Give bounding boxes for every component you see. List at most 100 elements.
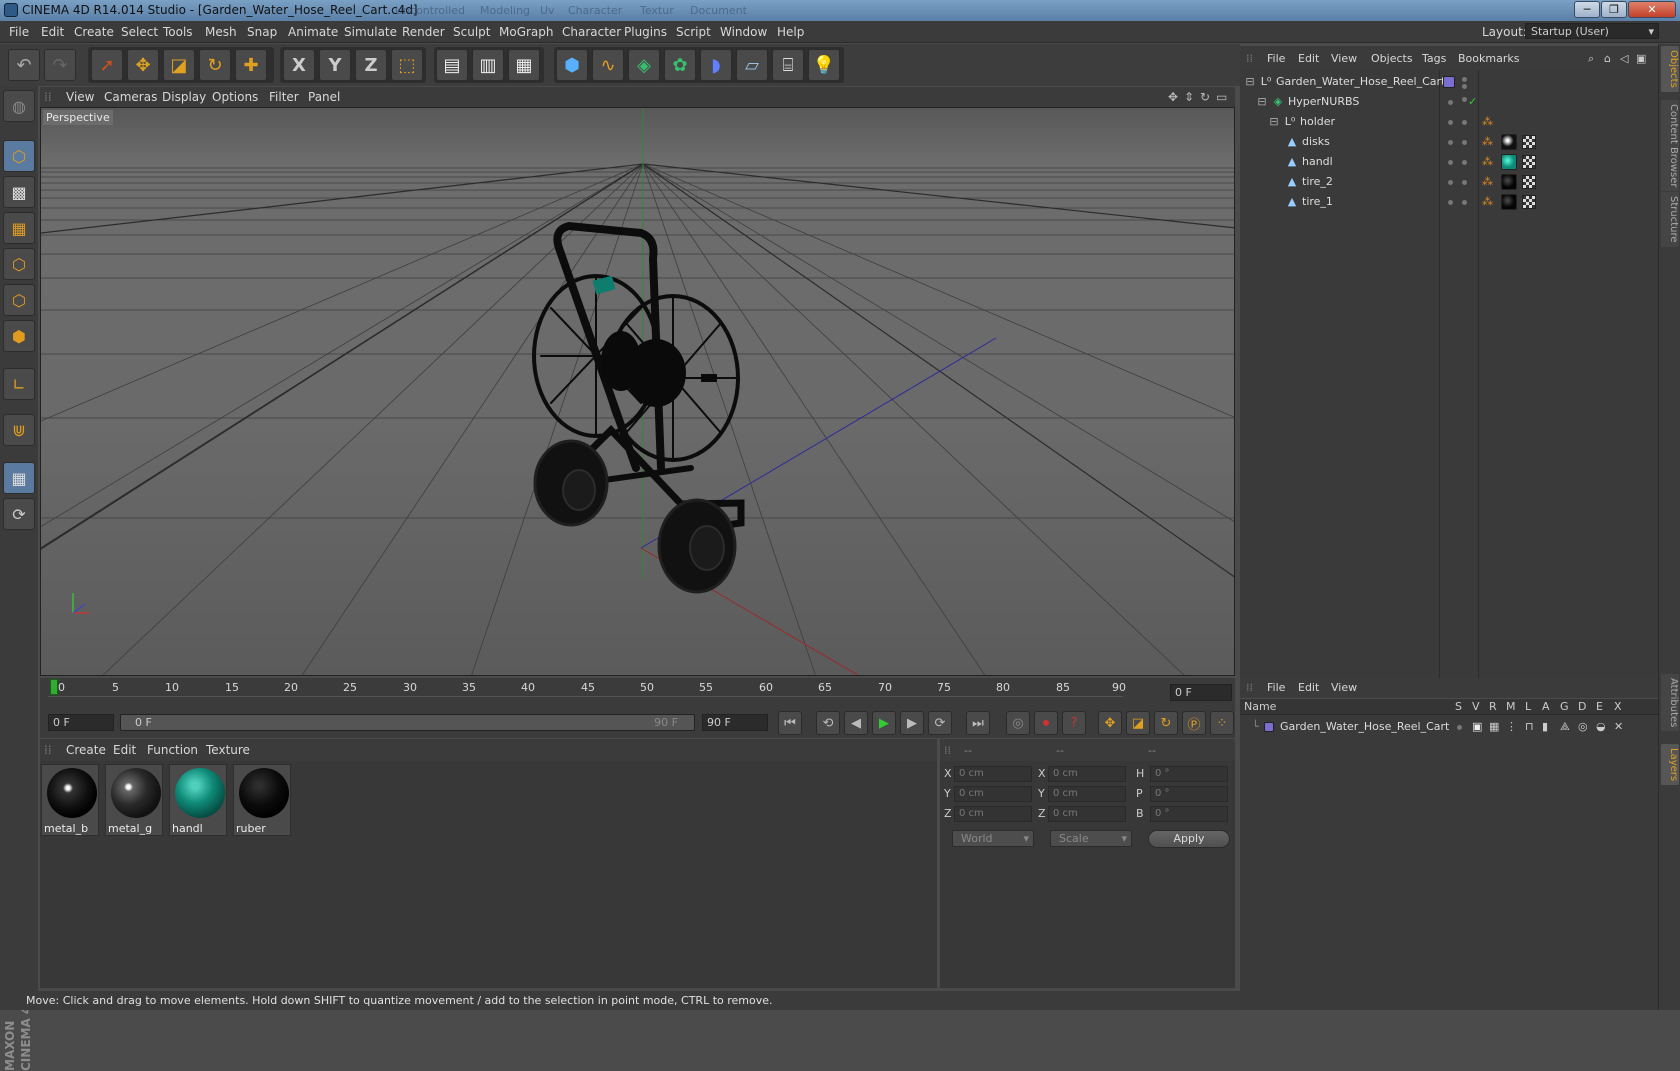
key-point-level-icon[interactable]: ⁘ [1210,711,1234,735]
menu-character[interactable]: Character [562,25,621,39]
column-xrefs[interactable]: X [1614,700,1622,713]
material-tag-icon[interactable] [1501,154,1517,170]
frame-range-slider[interactable]: 0 F 90 F [120,714,695,731]
layout-dropdown[interactable]: Startup (User) ▾ [1525,23,1659,39]
column-deformers[interactable]: D [1578,700,1586,713]
redo-icon[interactable]: ↷ [44,49,76,81]
size-z-field[interactable]: 0 cm [1048,806,1126,822]
viewport-menu-options[interactable]: Options [212,90,258,104]
menu-mograph[interactable]: MoGraph [499,25,554,39]
menu-window[interactable]: Window [720,25,767,39]
tab-layers[interactable]: Layers [1661,744,1679,786]
layer-color-icon[interactable] [1264,722,1274,732]
material-menu-create[interactable]: Create [66,743,106,757]
menu-snap[interactable]: Snap [247,25,277,39]
edges-mode-icon[interactable]: ⬡ [3,284,35,316]
edit-render-settings-icon[interactable]: ▦ [508,49,540,81]
column-manager[interactable]: M [1506,700,1516,713]
material-tag-icon[interactable] [1501,194,1517,210]
editor-visibility-dot[interactable] [1462,77,1467,82]
rotation-p-field[interactable]: 0 ° [1150,786,1228,802]
editor-visibility-dot[interactable] [1448,160,1453,165]
uvw-tag-icon[interactable] [1522,155,1536,169]
go-to-start-icon[interactable]: ⏮ [778,711,802,735]
cube-icon[interactable]: ⬢ [556,49,588,81]
layer-menu-view[interactable]: View [1331,681,1357,694]
column-name[interactable]: Name [1244,700,1276,713]
render-view-icon[interactable]: ▤ [436,49,468,81]
layer-row[interactable]: └ Garden_Water_Hose_Reel_Cart ▣ ▦ ⋮ ⊓ ▮ … [1240,717,1658,737]
rotation-b-field[interactable]: 0 ° [1150,806,1228,822]
position-y-field[interactable]: 0 cm [954,786,1032,802]
render-toggle-icon[interactable]: ▦ [1489,717,1499,737]
render-visibility-dot[interactable] [1462,200,1467,205]
search-icon[interactable]: ⌕ [1588,52,1594,66]
move-icon[interactable]: ✥ [127,49,159,81]
phong-tag-icon[interactable]: ⁂ [1482,132,1493,152]
object-menu-edit[interactable]: Edit [1298,52,1319,65]
workplane-icon[interactable]: ▦ [3,212,35,244]
object-menu-objects[interactable]: Objects [1371,52,1413,65]
menu-animate[interactable]: Animate [288,25,338,39]
model-mode-icon[interactable]: ⬡ [3,140,35,172]
material-menu-edit[interactable]: Edit [113,743,136,757]
rotation-h-field[interactable]: 0 ° [1150,766,1228,782]
y-axis-icon[interactable]: Y [319,49,351,81]
render-visibility-dot[interactable] [1462,140,1467,145]
menu-tools[interactable]: Tools [163,25,193,39]
undo-icon[interactable]: ↶ [8,49,40,81]
phong-tag-icon[interactable]: ⁂ [1482,172,1493,192]
record-icon[interactable]: ⏺ [1034,711,1058,735]
floor-icon[interactable]: ▱ [736,49,768,81]
tab-content-browser[interactable]: Content Browser [1661,100,1679,192]
key-rotation-icon[interactable]: ↻ [1154,711,1178,735]
column-generators[interactable]: G [1560,700,1569,713]
tab-objects[interactable]: Objects [1661,46,1679,92]
go-to-end-icon[interactable]: ⏭ [966,711,990,735]
collapse-icon[interactable]: ⊟ [1256,96,1268,108]
viewport-menu-display[interactable]: Display [162,90,206,104]
xref-toggle-icon[interactable]: ✕ [1614,717,1623,737]
perspective-viewport[interactable]: Perspective [40,107,1235,676]
render-visibility-dot[interactable] [1462,120,1467,125]
scale-icon[interactable]: ◪ [163,49,195,81]
minimize-button[interactable]: ─ [1574,1,1600,18]
object-menu-tags[interactable]: Tags [1422,52,1446,65]
snapping-icon[interactable]: ⋓ [3,414,35,446]
spline-icon[interactable]: ∿ [592,49,624,81]
restore-button[interactable]: ❐ [1601,1,1627,18]
position-z-field[interactable]: 0 cm [954,806,1032,822]
menu-sculpt[interactable]: Sculpt [453,25,490,39]
make-editable-icon[interactable]: ◍ [3,90,35,122]
material-swatch[interactable]: metal_b [41,764,99,836]
uvw-tag-icon[interactable] [1522,195,1536,209]
manager-toggle-icon[interactable]: ⋮ [1506,717,1517,737]
home-icon[interactable]: ⌂ [1604,52,1611,65]
collapse-icon[interactable]: ⊟ [1244,76,1256,88]
render-visibility-dot[interactable] [1462,97,1467,102]
layer-menu-edit[interactable]: Edit [1298,681,1319,694]
menu-edit[interactable]: Edit [41,25,64,39]
previous-frame-icon[interactable]: ◀ [844,711,868,735]
uvw-tag-icon[interactable] [1522,135,1536,149]
editor-visibility-dot[interactable] [1448,100,1453,105]
editor-visibility-dot[interactable] [1448,120,1453,125]
transform-type-dropdown[interactable]: Scale ▾ [1050,830,1132,847]
coordinate-mode-dropdown[interactable]: World ▾ [952,830,1034,847]
autokey-icon[interactable]: ? [1062,711,1086,735]
menu-file[interactable]: File [9,25,29,39]
render-visibility-dot[interactable] [1462,160,1467,165]
expression-toggle-icon[interactable]: ◒ [1596,717,1606,737]
tree-row[interactable]: ⊟ ◈ HyperNURBS ✓ [1240,92,1658,112]
material-menu-texture[interactable]: Texture [206,743,250,757]
editor-visibility-dot[interactable] [1448,180,1453,185]
generator-toggle-icon[interactable]: ⟁ [1560,717,1570,737]
play-icon[interactable]: ▶ [872,711,896,735]
world-coordinates-icon[interactable]: ⬚ [391,49,423,81]
viewport-menu-cameras[interactable]: Cameras [104,90,157,104]
axis-mode-icon[interactable]: ∟ [3,368,35,400]
solo-toggle-icon[interactable] [1457,725,1462,730]
apply-button[interactable]: Apply [1148,830,1230,848]
new-view-icon[interactable]: ▣ [1636,52,1646,65]
camera-icon[interactable]: ⌸ [772,49,804,81]
